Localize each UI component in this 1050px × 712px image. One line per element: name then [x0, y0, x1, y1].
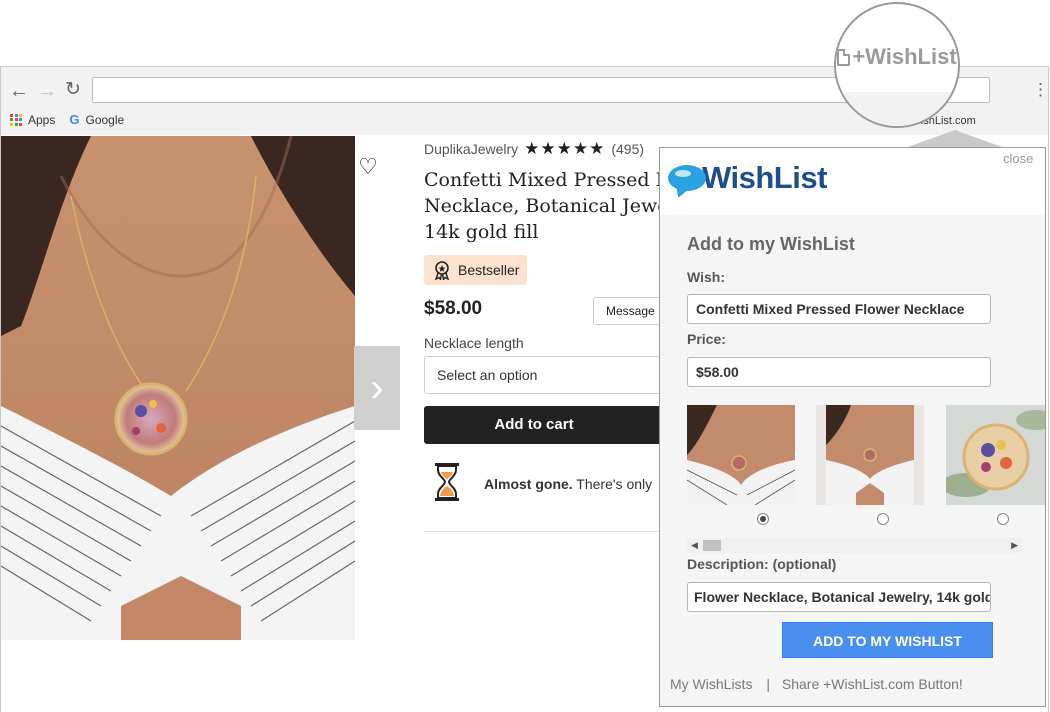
image-radio-2[interactable]	[877, 513, 889, 525]
award-ribbon-icon	[434, 261, 450, 280]
shop-name[interactable]: DuplikaJewelry	[424, 141, 518, 157]
title-line: Necklace, Botanical Jewelr	[424, 195, 664, 217]
popup-title: Add to my WishList	[687, 234, 855, 254]
google-logo-icon: G	[69, 112, 80, 127]
my-wishlists-link[interactable]: My WishLists	[670, 676, 752, 692]
shop-rating-line: DuplikaJewelry ★★★★★ (495)	[424, 139, 644, 159]
necklace-length-label: Necklace length	[424, 335, 524, 351]
stock-status-bold: Almost gone.	[484, 476, 573, 492]
listing-price: $58.00	[424, 298, 483, 319]
magnified-wishlist-label: +WishList	[852, 44, 957, 69]
scroll-left-icon[interactable]: ◀	[691, 540, 698, 551]
product-photo[interactable]	[1, 136, 355, 640]
forward-arrow-icon[interactable]: →	[37, 81, 57, 101]
add-to-wishlist-button[interactable]: ADD TO MY WISHLIST	[782, 622, 993, 658]
scrollbar-thumb[interactable]	[703, 540, 721, 551]
reload-icon[interactable]: ↻	[65, 80, 81, 100]
wishlist-popup: WishList close Add to my WishList Wish: …	[659, 147, 1046, 707]
price-label: Price:	[687, 331, 726, 347]
magnifier-callout: +WishList	[834, 2, 960, 128]
image-option-1[interactable]	[687, 405, 795, 505]
wish-input[interactable]: Confetti Mixed Pressed Flower Necklace	[687, 294, 991, 324]
necklace-length-select[interactable]: Select an option	[424, 356, 674, 394]
share-button-link[interactable]: Share +WishList.com Button!	[782, 676, 963, 692]
rating-stars-icon: ★★★★★	[524, 139, 606, 158]
image-radio-1[interactable]	[757, 513, 769, 525]
bookmark-apps[interactable]: Apps	[28, 113, 55, 127]
stock-status: Almost gone. There's only	[484, 476, 652, 492]
close-link[interactable]: close	[1003, 151, 1033, 166]
add-to-cart-button[interactable]: Add to cart	[424, 406, 674, 444]
price-input[interactable]: $58.00	[687, 357, 991, 387]
next-image-chevron-icon[interactable]: ›	[354, 346, 400, 430]
description-input[interactable]: Flower Necklace, Botanical Jewelry, 14k …	[687, 582, 991, 612]
review-count[interactable]: (495)	[611, 141, 644, 157]
browser-menu-icon[interactable]: ⋮	[1032, 80, 1049, 100]
image-choices	[687, 405, 1045, 505]
magnified-toolbar	[836, 92, 958, 126]
popup-footer: My WishLists | Share +WishList.com Butto…	[670, 676, 963, 692]
bestseller-label: Bestseller	[458, 262, 520, 278]
popup-pointer	[905, 130, 1005, 148]
stock-status-rest: There's only	[572, 476, 653, 492]
document-icon	[837, 48, 851, 66]
section-divider	[424, 531, 674, 532]
image-option-2[interactable]	[816, 405, 924, 505]
apps-grid-icon	[10, 113, 22, 126]
bookmarks-bar: Apps G Google	[10, 112, 124, 127]
scroll-right-icon[interactable]: ▶	[1011, 540, 1018, 551]
image-scrollbar[interactable]: ◀ ▶	[687, 538, 1022, 553]
description-label: Description: (optional)	[687, 556, 837, 572]
hourglass-icon	[434, 462, 460, 502]
wishlist-logo: WishList	[668, 160, 827, 196]
speech-bubble-icon	[668, 165, 706, 191]
image-option-3[interactable]	[946, 405, 1045, 505]
bestseller-badge: Bestseller	[424, 255, 528, 285]
favorite-heart-icon[interactable]: ♡	[355, 154, 381, 180]
title-line: 14k gold fill	[424, 221, 539, 243]
back-arrow-icon[interactable]: ←	[9, 81, 29, 101]
wishlist-wordmark: WishList	[702, 160, 827, 195]
footer-separator: |	[766, 676, 770, 692]
wish-label: Wish:	[687, 269, 725, 285]
listing-title: Confetti Mixed Pressed Flo Necklace, Bot…	[424, 167, 664, 245]
bookmark-google[interactable]: Google	[85, 113, 124, 127]
image-radio-3[interactable]	[997, 513, 1009, 525]
title-line: Confetti Mixed Pressed Flo	[424, 169, 664, 191]
